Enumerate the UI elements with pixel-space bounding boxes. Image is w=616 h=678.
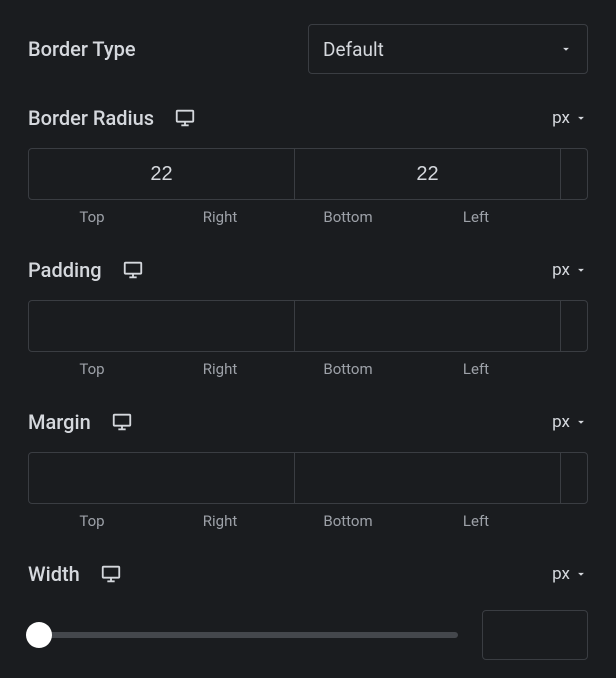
- padding-top[interactable]: [29, 301, 295, 351]
- padding-unit[interactable]: px: [552, 260, 588, 280]
- slider-thumb[interactable]: [26, 622, 52, 648]
- border-radius-label: Border Radius: [28, 106, 154, 130]
- padding-inputs: [28, 300, 588, 352]
- border-radius-unit[interactable]: px: [552, 108, 588, 128]
- slider-track: [28, 632, 458, 638]
- width-input[interactable]: [482, 610, 588, 660]
- chevron-down-icon: [574, 263, 588, 277]
- margin-bottom[interactable]: [561, 453, 616, 503]
- padding-bottom[interactable]: [561, 301, 616, 351]
- width-slider[interactable]: [28, 622, 458, 648]
- padding-side-labels: Top Right Bottom Left: [28, 360, 588, 378]
- desktop-icon[interactable]: [111, 411, 133, 433]
- border-radius-right[interactable]: [295, 149, 561, 199]
- chevron-down-icon: [574, 567, 588, 581]
- desktop-icon[interactable]: [122, 259, 144, 281]
- padding-right[interactable]: [295, 301, 561, 351]
- margin-right[interactable]: [295, 453, 561, 503]
- border-radius-inputs: [28, 148, 588, 200]
- chevron-down-icon: [574, 415, 588, 429]
- desktop-icon[interactable]: [100, 563, 122, 585]
- chevron-down-icon: [574, 111, 588, 125]
- border-type-value: Default: [323, 38, 384, 61]
- margin-side-labels: Top Right Bottom Left: [28, 512, 588, 530]
- margin-inputs: [28, 452, 588, 504]
- margin-unit[interactable]: px: [552, 412, 588, 432]
- border-type-label: Border Type: [28, 37, 136, 61]
- width-label: Width: [28, 562, 80, 586]
- border-radius-side-labels: Top Right Bottom Left: [28, 208, 588, 226]
- border-type-select[interactable]: Default: [308, 24, 588, 74]
- border-radius-top[interactable]: [29, 149, 295, 199]
- margin-label: Margin: [28, 410, 91, 434]
- margin-top[interactable]: [29, 453, 295, 503]
- desktop-icon[interactable]: [174, 107, 196, 129]
- padding-label: Padding: [28, 258, 102, 282]
- border-radius-bottom[interactable]: [561, 149, 616, 199]
- width-unit[interactable]: px: [552, 564, 588, 584]
- caret-down-icon: [559, 38, 573, 61]
